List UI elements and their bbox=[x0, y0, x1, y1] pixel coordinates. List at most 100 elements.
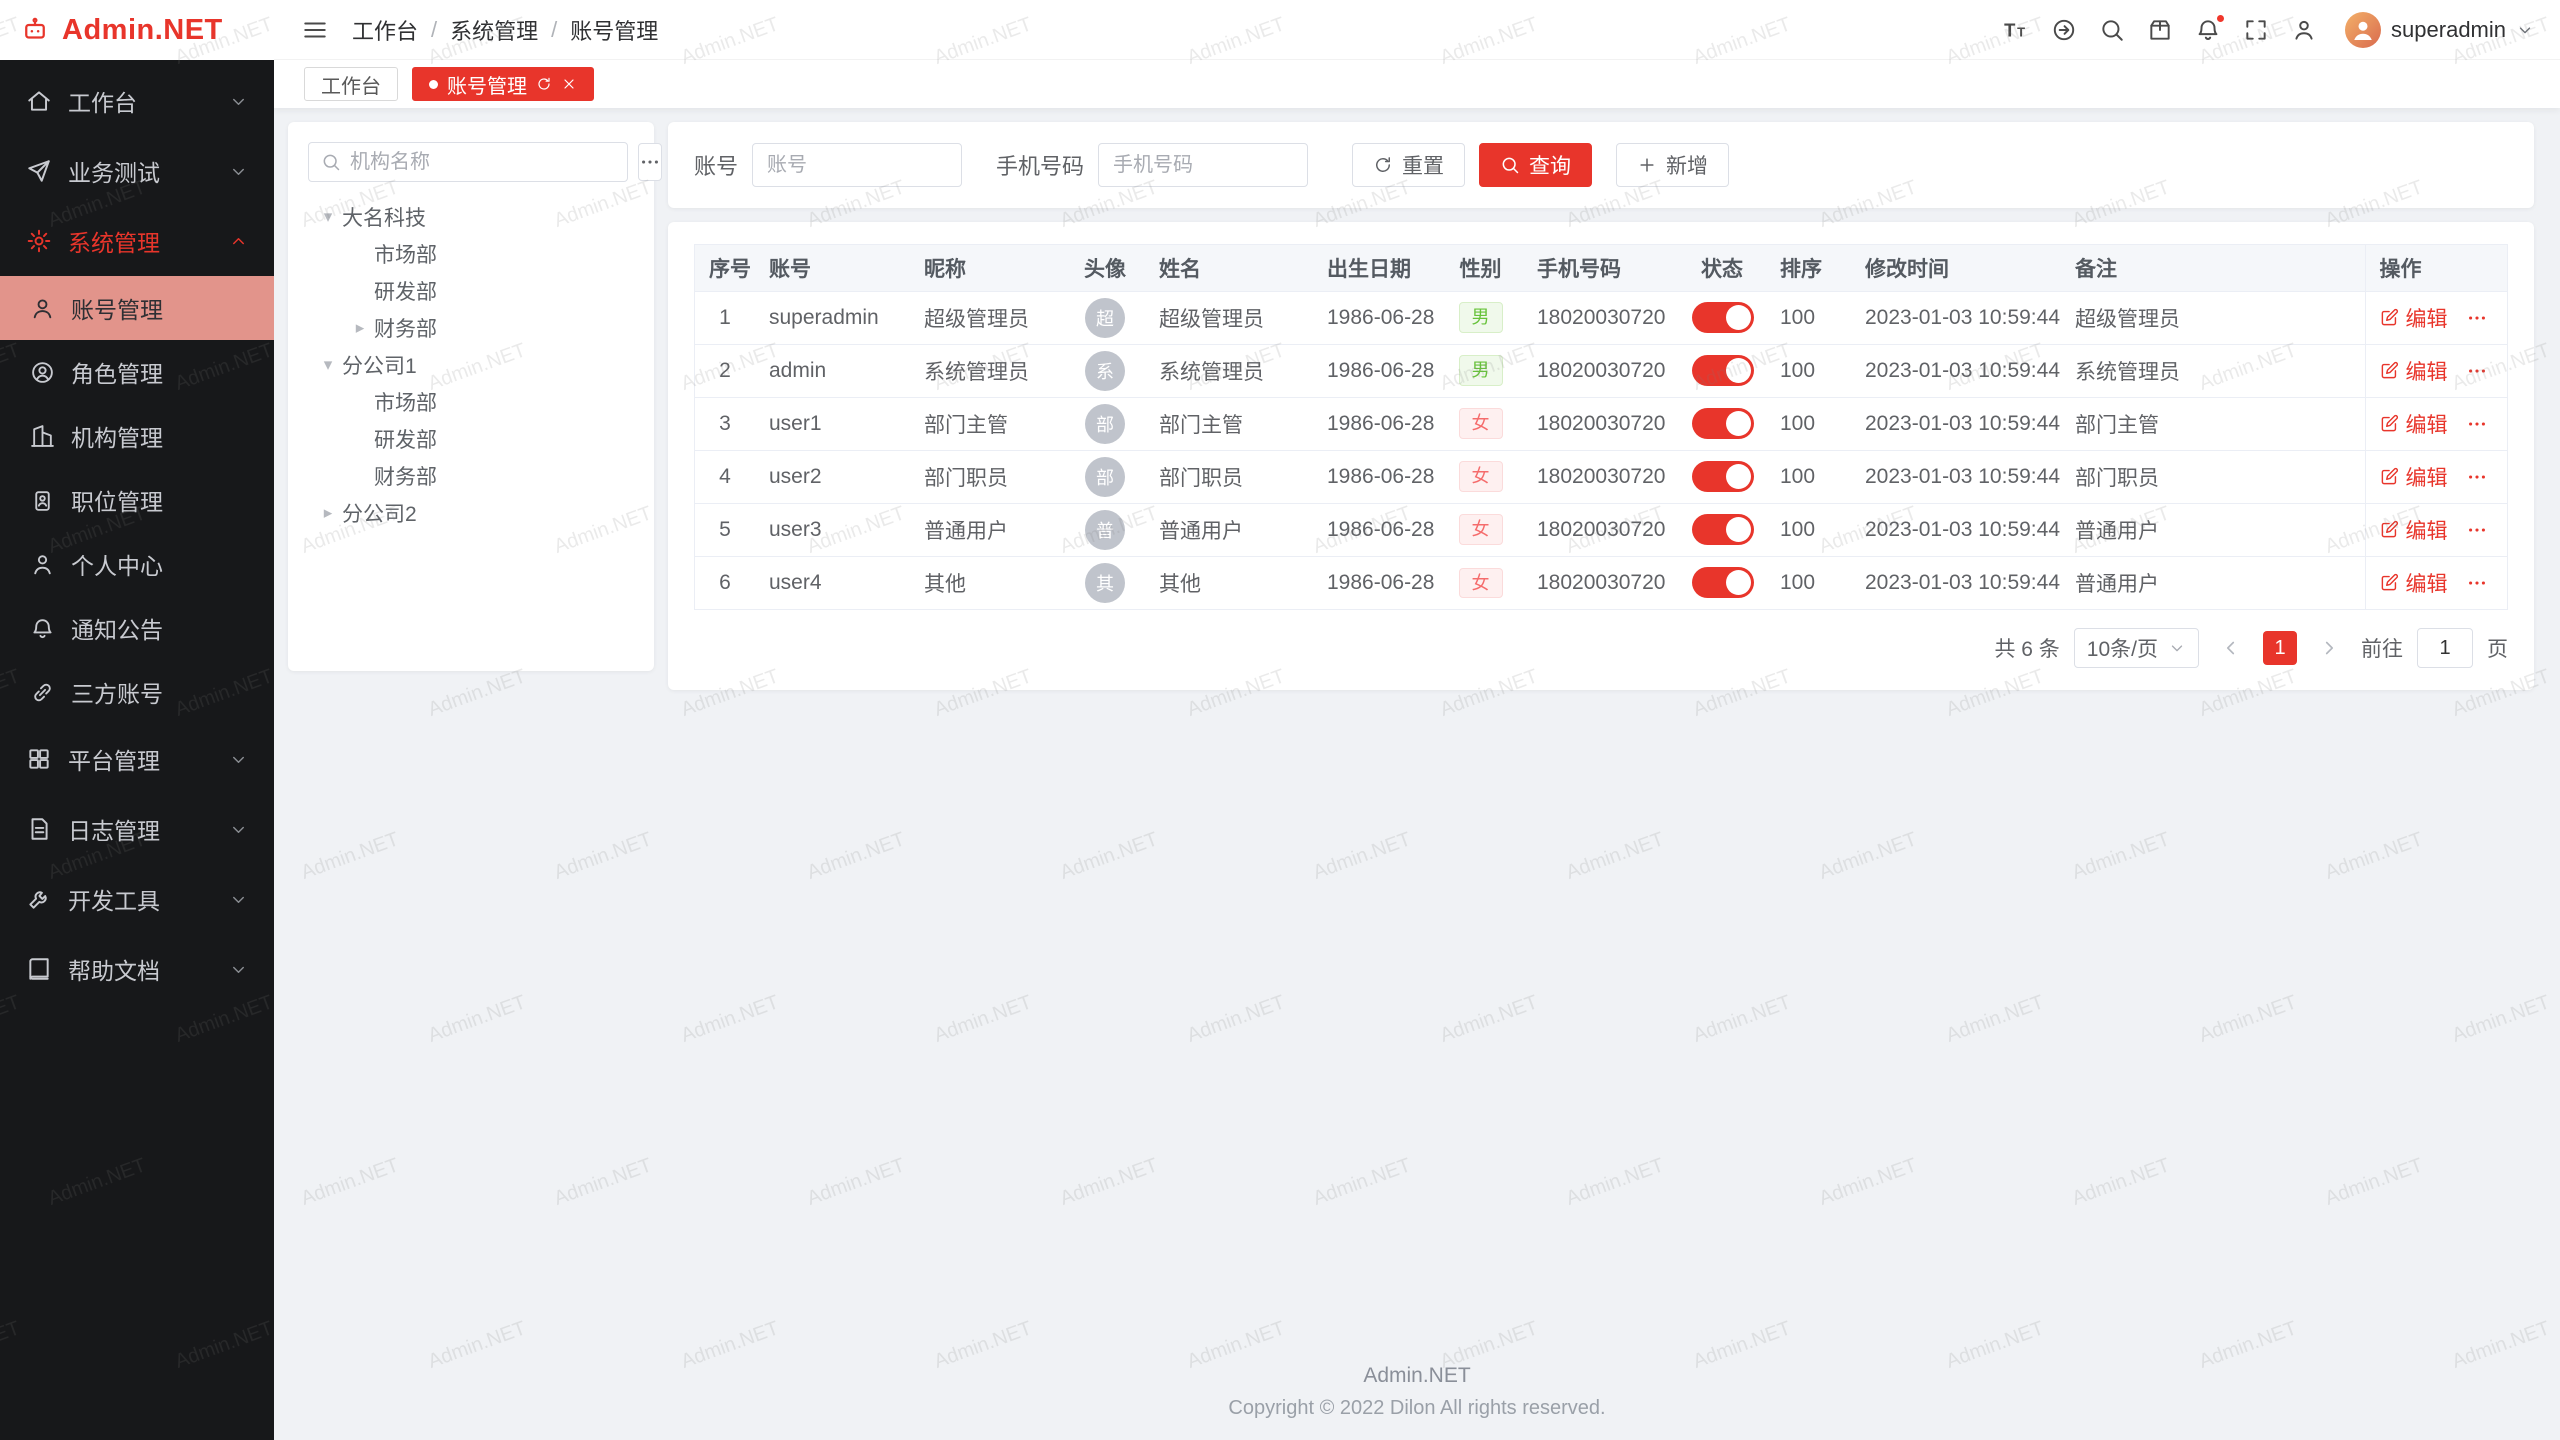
tree-node[interactable]: ▸财务部 bbox=[308, 309, 634, 346]
cell-name: 部门职员 bbox=[1145, 450, 1313, 503]
page-size-select[interactable]: 10条/页 bbox=[2074, 628, 2199, 668]
query-button[interactable]: 查询 bbox=[1479, 143, 1592, 187]
sidebar-item-label: 个人中心 bbox=[71, 547, 163, 581]
sidebar-item-user[interactable]: 账号管理 bbox=[0, 276, 274, 340]
watermark-text: Admin.NET bbox=[804, 828, 908, 885]
tree-node[interactable]: 市场部 bbox=[308, 235, 634, 272]
notification-bell-icon[interactable] bbox=[2195, 17, 2221, 43]
svg-text:T: T bbox=[2004, 19, 2016, 40]
more-actions-icon[interactable] bbox=[2466, 572, 2488, 594]
org-more-button[interactable] bbox=[638, 143, 662, 181]
more-actions-icon[interactable] bbox=[2466, 519, 2488, 541]
edit-button[interactable]: 编辑 bbox=[2380, 568, 2448, 598]
add-button[interactable]: 新增 bbox=[1616, 143, 1729, 187]
sidebar-item-log[interactable]: 日志管理 bbox=[0, 794, 274, 864]
account-filter-input[interactable] bbox=[752, 143, 962, 187]
tree-node[interactable]: 研发部 bbox=[308, 420, 634, 457]
sidebar-item-org[interactable]: 机构管理 bbox=[0, 404, 274, 468]
cell-modified: 2023-01-03 10:59:44 bbox=[1851, 397, 2061, 450]
status-toggle[interactable] bbox=[1692, 567, 1754, 598]
tree-node[interactable]: 研发部 bbox=[308, 272, 634, 309]
org-search-input[interactable] bbox=[350, 151, 615, 174]
tree-node[interactable]: ▾大名科技 bbox=[308, 198, 634, 235]
breadcrumb-item[interactable]: 账号管理 bbox=[570, 14, 658, 46]
sidebar-item-label: 系统管理 bbox=[68, 224, 160, 258]
cell-nickname: 普通用户 bbox=[910, 503, 1065, 556]
box-icon[interactable] bbox=[2147, 17, 2173, 43]
more-actions-icon[interactable] bbox=[2466, 413, 2488, 435]
tree-node[interactable]: ▾分公司1 bbox=[308, 346, 634, 383]
font-size-icon[interactable]: TT bbox=[2003, 17, 2029, 43]
status-toggle[interactable] bbox=[1692, 408, 1754, 439]
header-actions: TT superadmin bbox=[2003, 12, 2534, 48]
tree-caret-icon[interactable]: ▾ bbox=[314, 207, 342, 227]
sidebar-item-grid[interactable]: 平台管理 bbox=[0, 724, 274, 794]
edit-button[interactable]: 编辑 bbox=[2380, 356, 2448, 386]
more-actions-icon[interactable] bbox=[2466, 360, 2488, 382]
sidebar-item-profile[interactable]: 个人中心 bbox=[0, 532, 274, 596]
watermark-text: Admin.NET bbox=[1563, 828, 1667, 885]
phone-filter-input[interactable] bbox=[1098, 143, 1308, 187]
prev-page-button[interactable] bbox=[2213, 630, 2249, 666]
tree-caret-icon[interactable]: ▸ bbox=[346, 318, 374, 338]
watermark-text: Admin.NET bbox=[1563, 1154, 1667, 1211]
cell-account: user1 bbox=[755, 397, 910, 450]
tree-node[interactable]: 财务部 bbox=[308, 457, 634, 494]
org-tree-panel: ▾大名科技市场部研发部▸财务部▾分公司1市场部研发部财务部▸分公司2 bbox=[288, 122, 654, 671]
tab-refresh-icon[interactable] bbox=[536, 76, 552, 92]
user-menu[interactable]: superadmin bbox=[2345, 12, 2534, 48]
sidebar-item-position[interactable]: 职位管理 bbox=[0, 468, 274, 532]
user-guide-icon[interactable] bbox=[2291, 17, 2317, 43]
tab-1[interactable]: 账号管理 bbox=[412, 67, 594, 101]
tree-node[interactable]: 市场部 bbox=[308, 383, 634, 420]
goto-page-input[interactable] bbox=[2417, 628, 2473, 668]
edit-button[interactable]: 编辑 bbox=[2380, 515, 2448, 545]
column-header: 备注 bbox=[2061, 245, 2365, 291]
search-icon[interactable] bbox=[2099, 17, 2125, 43]
cell-account: user4 bbox=[755, 556, 910, 609]
tab-close-icon[interactable] bbox=[561, 76, 577, 92]
sidebar-item-send[interactable]: 业务测试 bbox=[0, 136, 274, 206]
status-toggle[interactable] bbox=[1692, 461, 1754, 492]
sidebar-item-link[interactable]: 三方账号 bbox=[0, 660, 274, 724]
edit-button[interactable]: 编辑 bbox=[2380, 303, 2448, 333]
cell-modified: 2023-01-03 10:59:44 bbox=[1851, 344, 2061, 397]
cell-name: 超级管理员 bbox=[1145, 291, 1313, 344]
circle-arrow-icon[interactable] bbox=[2051, 17, 2077, 43]
cell-operations: 编辑 bbox=[2365, 291, 2507, 344]
gender-tag: 女 bbox=[1459, 514, 1503, 545]
sidebar-item-docs[interactable]: 帮助文档 bbox=[0, 934, 274, 1004]
refresh-icon bbox=[1373, 155, 1393, 175]
row-avatar: 部 bbox=[1085, 404, 1125, 444]
sidebar-item-role[interactable]: 角色管理 bbox=[0, 340, 274, 404]
status-toggle[interactable] bbox=[1692, 302, 1754, 333]
fullscreen-icon[interactable] bbox=[2243, 17, 2269, 43]
sidebar-item-tools[interactable]: 开发工具 bbox=[0, 864, 274, 934]
sidebar-item-bell[interactable]: 通知公告 bbox=[0, 596, 274, 660]
breadcrumb-item[interactable]: 工作台 bbox=[352, 14, 418, 46]
tree-node[interactable]: ▸分公司2 bbox=[308, 494, 634, 531]
tree-caret-icon[interactable]: ▸ bbox=[314, 503, 342, 523]
watermark-text: Admin.NET bbox=[678, 991, 782, 1048]
sidebar-item-home[interactable]: 工作台 bbox=[0, 66, 274, 136]
status-toggle[interactable] bbox=[1692, 355, 1754, 386]
reset-button[interactable]: 重置 bbox=[1352, 143, 1465, 187]
more-actions-icon[interactable] bbox=[2466, 307, 2488, 329]
phone-filter-label: 手机号码 bbox=[996, 149, 1084, 181]
tab-0[interactable]: 工作台 bbox=[304, 67, 398, 101]
sidebar-item-gear[interactable]: 系统管理 bbox=[0, 206, 274, 276]
table-row: 6user4其他其其他1986-06-28女180200307201002023… bbox=[695, 556, 2507, 609]
edit-button[interactable]: 编辑 bbox=[2380, 409, 2448, 439]
page-number-active[interactable]: 1 bbox=[2263, 631, 2297, 665]
breadcrumb-item[interactable]: 系统管理 bbox=[450, 14, 538, 46]
brand-logo[interactable]: Admin.NET bbox=[0, 0, 274, 60]
cell-order: 100 bbox=[1766, 291, 1851, 344]
more-actions-icon[interactable] bbox=[2466, 466, 2488, 488]
status-toggle[interactable] bbox=[1692, 514, 1754, 545]
tree-caret-icon[interactable]: ▾ bbox=[314, 355, 342, 375]
next-page-button[interactable] bbox=[2311, 630, 2347, 666]
menu-collapse-icon[interactable] bbox=[302, 17, 328, 43]
cell-birthdate: 1986-06-28 bbox=[1313, 556, 1438, 609]
edit-button[interactable]: 编辑 bbox=[2380, 462, 2448, 492]
sidebar-item-label: 机构管理 bbox=[71, 419, 163, 453]
